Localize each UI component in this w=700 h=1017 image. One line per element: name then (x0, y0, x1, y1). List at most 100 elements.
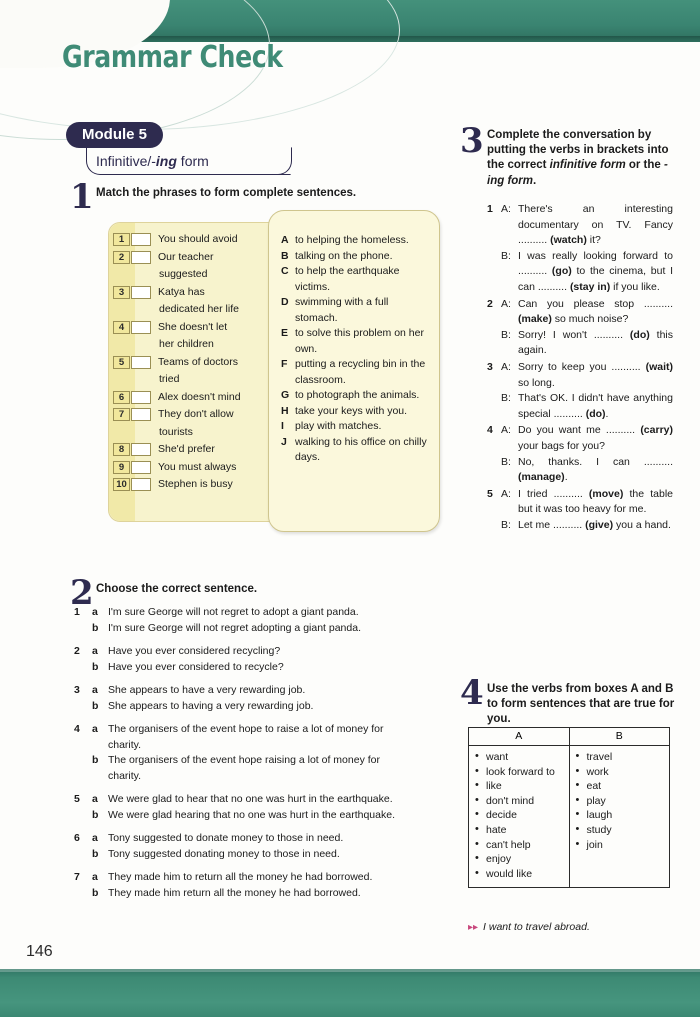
column-a-cell: wantlook forward tolikedon't minddecideh… (468, 744, 570, 889)
matching-option-text: to solve this problem on her own. (295, 327, 424, 355)
dialogue-text: Sorry! I won't .......... (do) this agai… (518, 328, 673, 357)
matching-option-letter: H (281, 404, 289, 417)
option-text: Tony suggested to donate money to those … (108, 832, 344, 844)
dialogue-speaker: B: (501, 455, 511, 468)
matching-item-text: Katya has (158, 285, 205, 298)
matching-answer-box[interactable] (131, 390, 151, 404)
matching-left-row: tried (113, 371, 285, 389)
dialogue-line: A: I tried .......... (move) the table bu… (501, 487, 673, 518)
option-letter: b (92, 754, 99, 766)
exercise-3-number: 3 (460, 121, 484, 161)
question-option-a[interactable]: a Tony suggested to donate money to those… (92, 831, 404, 847)
matching-answer-box[interactable] (131, 355, 151, 369)
exercise-3-items: 1 A: There's an interesting documentary on… (487, 202, 673, 534)
verb-list-item: work (576, 764, 664, 780)
dialogue-number: 3 (487, 360, 493, 373)
matching-item-text: Teams of doctors (158, 355, 238, 368)
exercise-2-question: 3 a She appears to have a very rewarding j… (74, 683, 404, 714)
matching-option-letter: I (281, 420, 284, 432)
dialogue-line: B: Let me .......... (give) you a hand. (501, 518, 673, 534)
matching-answer-box[interactable] (131, 285, 151, 299)
dialogue-lines: A: I tried .......... (move) the table bu… (501, 487, 673, 534)
question-option-a[interactable]: a Have you ever considered recycling? (92, 644, 404, 660)
question-option-a[interactable]: a The organisers of the event hope to rai… (92, 722, 404, 753)
question-options: a The organisers of the event hope to rai… (92, 722, 404, 784)
question-option-b[interactable]: b The organisers of the event hope raisin… (92, 753, 404, 784)
matching-answer-box[interactable] (131, 250, 151, 264)
matching-left-row: 1 You should avoid (113, 231, 285, 249)
question-option-b[interactable]: b Tony suggested donating money to those … (92, 847, 404, 863)
option-letter: b (92, 808, 99, 821)
exercise-2-questions: 1 a I'm sure George will not regret to ado… (74, 605, 404, 909)
option-text: They made him return all the money he ha… (108, 886, 361, 899)
matching-answer-box[interactable] (131, 460, 151, 474)
matching-option-row: Ato helping the homeless. (281, 233, 433, 249)
exercise-2-question: 2 a Have you ever considered recycling? b Ha… (74, 644, 404, 675)
matching-answer-box[interactable] (131, 320, 151, 334)
question-option-a[interactable]: a She appears to have a very rewarding jo… (92, 683, 404, 699)
matching-option-row: Cto help the earthquake victims. (281, 264, 433, 295)
page-title: Grammar Check (62, 40, 283, 75)
question-option-b[interactable]: b Have you ever considered to recycle? (92, 660, 404, 676)
matching-item-number: 9 (113, 460, 130, 474)
matching-item-number: 6 (113, 390, 130, 404)
verb-list-item: would like (475, 866, 563, 882)
verb-list-item: eat (576, 778, 664, 794)
dialogue-speaker: A: (501, 360, 511, 373)
matching-item-number: 3 (113, 285, 130, 299)
matching-answer-box[interactable] (131, 233, 151, 246)
option-letter: b (92, 621, 99, 634)
question-option-b[interactable]: b We were glad hearing that no one was hu… (92, 808, 404, 824)
matching-answer-box[interactable] (131, 478, 151, 491)
question-option-a[interactable]: a I'm sure George will not regret to adop… (92, 605, 404, 621)
matching-option-text: putting a recycling bin in the classroom… (295, 358, 426, 386)
matching-option-text: talking on the phone. (295, 249, 393, 262)
matching-item-text: She'd prefer (158, 443, 215, 455)
verb-list-item: travel (576, 749, 664, 765)
table-header-row: A B (468, 727, 670, 746)
verb-list-item: don't mind (475, 793, 563, 809)
column-a-header: A (468, 727, 570, 746)
matching-option-letter: B (281, 249, 289, 262)
bottom-green-band (0, 969, 700, 1017)
question-option-b[interactable]: b I'm sure George will not regret adoptin… (92, 621, 404, 637)
verb-list-item: enjoy (475, 851, 563, 867)
matching-answer-box[interactable] (131, 408, 151, 421)
dialogue-lines: A: There's an interesting documentary on … (501, 202, 673, 296)
matching-option-text: take your keys with you. (295, 404, 408, 417)
verb-list-item: hate (475, 822, 563, 838)
verb-list-item: join (576, 837, 664, 853)
verb-list-item: laugh (576, 807, 664, 823)
column-a-list: wantlook forward tolikedon't minddecideh… (475, 749, 563, 882)
textbook-page: Grammar Check Module 5 Infinitive/-ing f… (0, 0, 700, 1017)
ex3-heading-part3: . (533, 174, 537, 187)
matching-left-row: 7 They don't allow (113, 406, 285, 424)
option-letter: b (92, 847, 99, 860)
option-text: We were glad to hear that no one was hur… (108, 793, 393, 805)
dialogue-lines: A: Do you want me .......... (carry) your… (501, 423, 673, 485)
option-letter: a (92, 645, 98, 657)
matching-option-text: play with matches. (295, 420, 382, 432)
matching-item-number: 1 (113, 233, 130, 246)
question-number: 4 (74, 723, 80, 735)
question-option-b[interactable]: b They made him return all the money he h… (92, 886, 404, 902)
option-text: They made him to return all the money he… (108, 871, 373, 883)
option-letter: b (92, 660, 99, 673)
question-option-a[interactable]: a We were glad to hear that no one was hu… (92, 792, 404, 808)
exercise-3-heading: Complete the conversation by putting the… (487, 128, 677, 189)
option-letter: a (92, 832, 98, 844)
matching-answer-box[interactable] (131, 443, 151, 456)
question-number: 3 (74, 684, 80, 696)
question-option-a[interactable]: a They made him to return all the money h… (92, 870, 404, 886)
matching-option-text: swimming with a full stomach. (295, 296, 389, 324)
dialogue-line: A: There's an interesting documentary on … (501, 202, 673, 249)
dialogue-line: B: No, thanks. I can .......... (manage). (501, 455, 673, 486)
matching-left-row: 4 She doesn't let (113, 319, 285, 337)
dialogue-line: A: Do you want me .......... (carry) your… (501, 423, 673, 454)
dialogue-text: I tried .......... (move) the table but … (518, 487, 673, 516)
matching-option-letter: A (281, 234, 289, 246)
exercise-1-heading: Match the phrases to form complete sente… (96, 187, 357, 199)
example-arrow-icon: ▸▸ (468, 922, 479, 933)
option-letter: b (92, 699, 99, 712)
question-option-b[interactable]: b She appears to having a very rewarding … (92, 699, 404, 715)
